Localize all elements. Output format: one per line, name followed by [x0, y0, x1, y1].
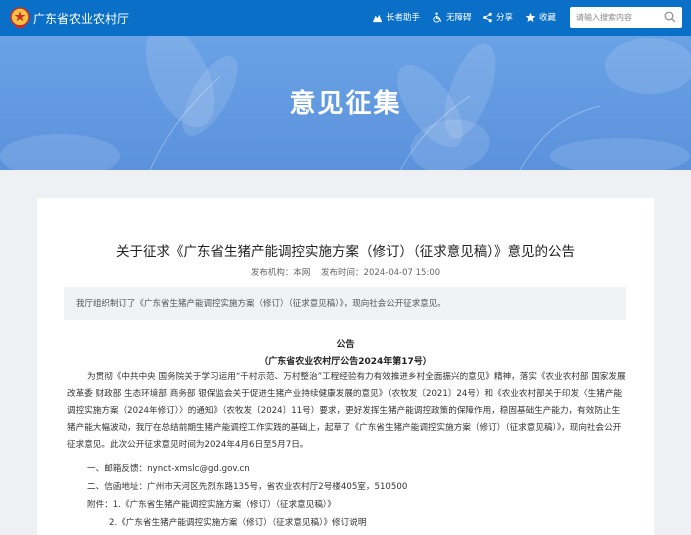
article-summary: 我厅组织制订了《广东省生猪产能调控实施方案（修订）（征求意见稿）》，现向社会公开…: [64, 287, 626, 320]
attachment-1[interactable]: 附件：1.《广东省生猪产能调控实施方案（修订）（征求意见稿）》: [87, 498, 336, 510]
star-icon: [525, 12, 536, 22]
national-emblem-icon: [10, 7, 30, 28]
elder-assistant-button[interactable]: 长者助手: [372, 11, 420, 23]
article-card: 关于征求《广东省生猪产能调控实施方案（修订）（征求意见稿）》意见的公告 发布机构…: [37, 198, 654, 535]
search-icon[interactable]: [664, 11, 676, 23]
wheelchair-icon: [433, 11, 442, 23]
elder-icon: [372, 14, 383, 22]
favorite-button[interactable]: 收藏: [525, 11, 556, 23]
attachment-2[interactable]: 2.《广东省生猪产能调控实施方案（修订）（征求意见稿）》修订说明: [109, 516, 366, 528]
search-box: [570, 7, 682, 28]
accessibility-button[interactable]: 无障碍: [432, 11, 472, 23]
body-paragraph: 为贯彻《中共中央 国务院关于学习运用“千村示范、万村整治”工程经验有力有效推进乡…: [67, 372, 626, 450]
email-line[interactable]: 一、邮箱反馈：nynct-xmslc@gd.gov.cn: [87, 462, 250, 474]
notice-subheading: （广东省农业农村厅公告2024年第17号）: [259, 357, 432, 367]
site-name[interactable]: 广东省农业农村厅: [33, 10, 129, 27]
address-line: 二、信函地址：广州市天河区先烈东路135号，省农业农村厅2号楼405室，5105…: [87, 482, 408, 492]
publisher: 发布机构：本网: [250, 268, 311, 278]
search-input[interactable]: [576, 10, 662, 25]
share-button[interactable]: 分享: [482, 11, 513, 23]
page-banner: 意见征集: [0, 36, 691, 170]
notice-heading: 公告: [336, 340, 355, 350]
article-meta: 发布机构：本网 发布时间：2024-04-07 15:00: [37, 266, 654, 278]
share-icon: [483, 12, 492, 22]
article-title: 关于征求《广东省生猪产能调控实施方案（修订）（征求意见稿）》意见的公告: [116, 244, 575, 260]
banner-title: 意见征集: [289, 89, 402, 119]
top-bar: 广东省农业农村厅 长者助手 无障碍 分享 收藏: [0, 0, 691, 36]
publish-time: 发布时间：2024-04-07 15:00: [321, 268, 441, 278]
